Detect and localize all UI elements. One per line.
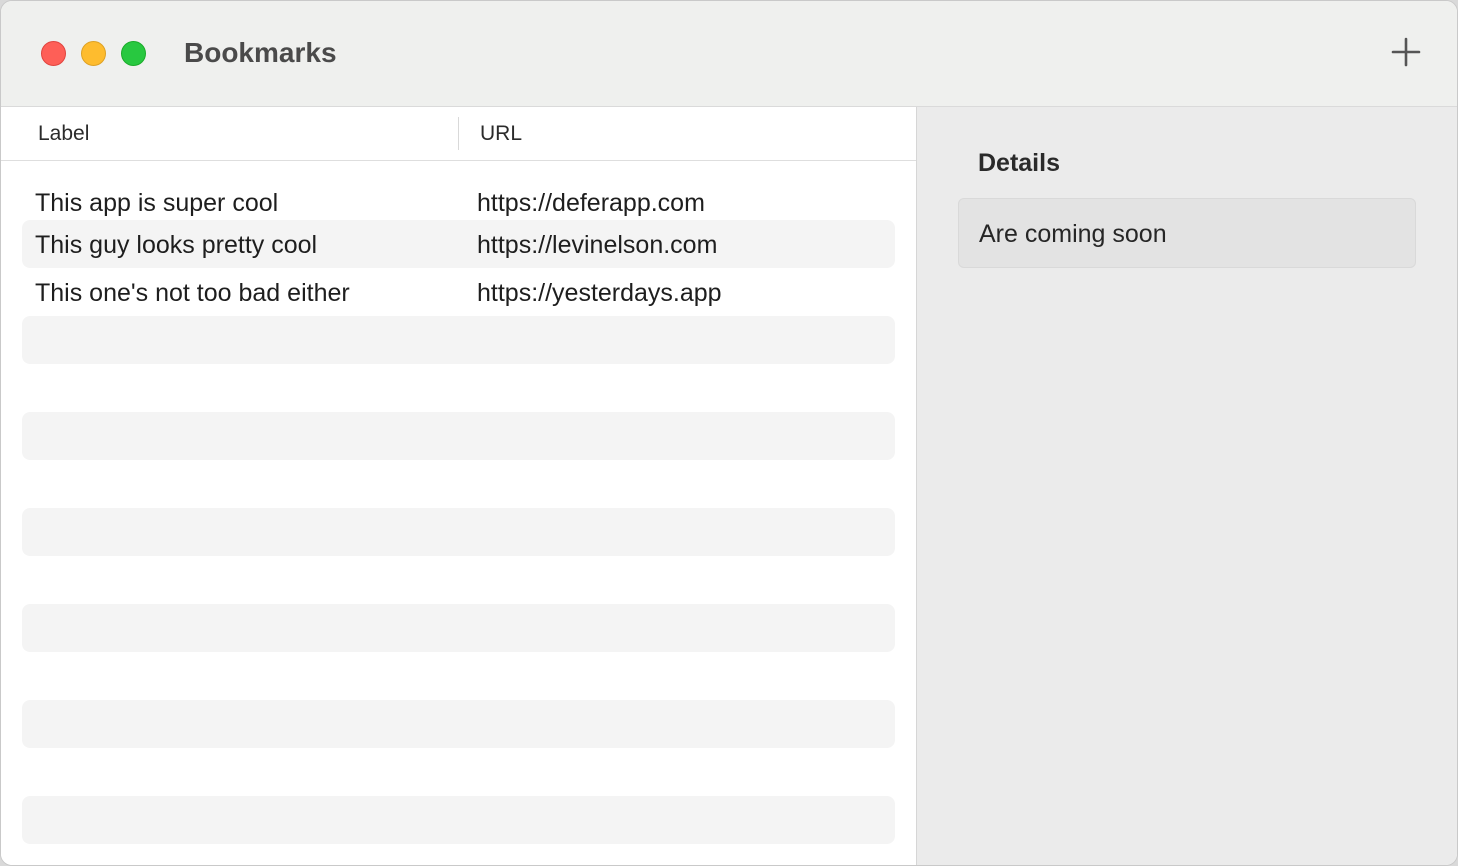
empty-row: [22, 700, 895, 748]
details-panel: Details Are coming soon: [917, 107, 1457, 865]
table-row[interactable]: This guy looks pretty cool https://levin…: [22, 220, 895, 268]
column-header-url[interactable]: URL: [480, 121, 522, 147]
window-title: Bookmarks: [184, 37, 337, 68]
row-label: This app is super cool: [35, 189, 279, 217]
app-window: Bookmarks Label URL This app is super co…: [0, 0, 1458, 866]
empty-row: [22, 316, 895, 364]
column-divider[interactable]: [458, 117, 459, 150]
empty-row: [22, 796, 895, 844]
maximize-window-button[interactable]: [121, 41, 146, 66]
row-label: This guy looks pretty cool: [35, 231, 318, 259]
title-bar: Bookmarks: [1, 1, 1457, 107]
column-header-label[interactable]: Label: [38, 121, 89, 147]
row-url: https://levinelson.com: [477, 231, 718, 259]
close-window-button[interactable]: [41, 41, 66, 66]
row-url: https://deferapp.com: [477, 189, 705, 217]
details-text: Are coming soon: [979, 220, 1167, 248]
empty-row: [22, 604, 895, 652]
details-box: Are coming soon: [958, 198, 1416, 268]
table-header: Label URL: [1, 107, 916, 161]
empty-row: [22, 412, 895, 460]
row-url: https://yesterdays.app: [477, 279, 722, 307]
add-bookmark-button[interactable]: [1383, 29, 1429, 75]
details-heading: Details: [978, 149, 1060, 177]
bookmarks-table: Label URL This app is super cool https:/…: [1, 107, 917, 865]
plus-icon: [1391, 37, 1421, 67]
table-row[interactable]: This one's not too bad either https://ye…: [22, 268, 895, 316]
minimize-window-button[interactable]: [81, 41, 106, 66]
table-row[interactable]: This app is super cool https://deferapp.…: [22, 178, 895, 226]
row-label: This one's not too bad either: [35, 279, 350, 307]
empty-row: [22, 508, 895, 556]
